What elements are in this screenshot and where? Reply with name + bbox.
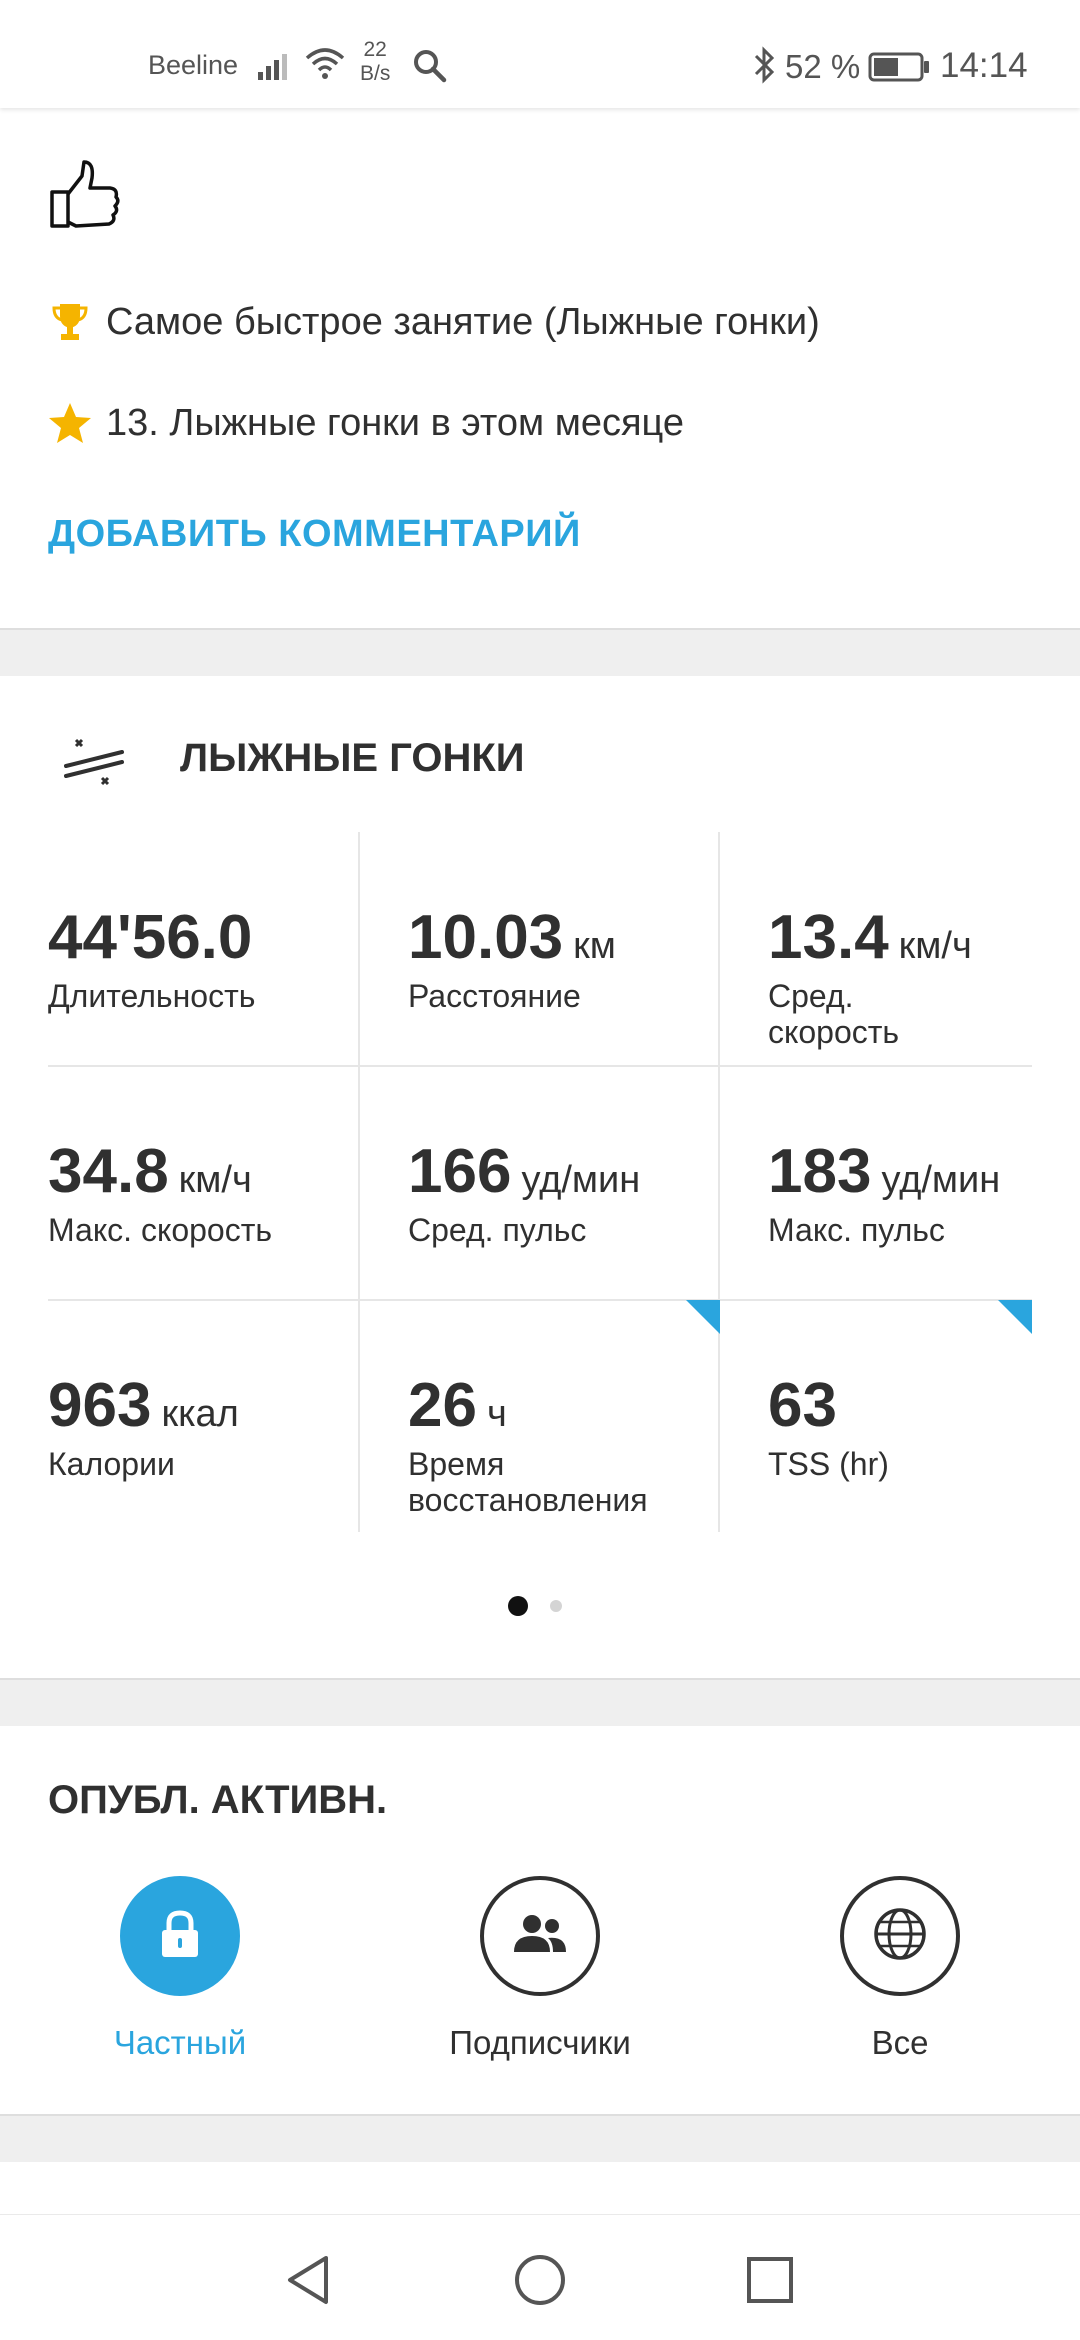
system-navigation-bar (0, 2214, 1080, 2340)
stat-number: 166 (408, 1137, 512, 1206)
page-dot[interactable] (550, 1600, 562, 1612)
stat-number: 963 (48, 1371, 152, 1440)
info-corner-marker (686, 1300, 720, 1334)
visibility-option-label: Все (871, 2024, 929, 2061)
stat-unit: ч (486, 1393, 507, 1435)
stat-number: 34.8 (48, 1137, 169, 1206)
visibility-public-option[interactable]: Все (750, 1876, 1050, 2062)
stat-unit: км/ч (898, 925, 972, 967)
network-speed-unit: B/s (360, 62, 391, 85)
cross-country-skiing-icon (62, 736, 126, 791)
stat-label: Время восстановления (408, 1446, 648, 1518)
network-speed-value: 22 (363, 38, 387, 61)
stat-number: 44'56.0 (48, 903, 253, 972)
lock-icon (158, 1909, 202, 1964)
stat-label: Калории (48, 1446, 175, 1482)
search-icon[interactable] (412, 48, 448, 89)
star-icon (48, 401, 92, 445)
like-icon[interactable] (48, 158, 122, 237)
stat-max-heart-rate[interactable]: 183 уд/мин Макс. пульс (768, 1066, 1080, 1300)
stat-value: 63 (768, 1370, 847, 1441)
sport-title: ЛЫЖНЫЕ ГОНКИ (180, 736, 525, 780)
visibility-public-button[interactable] (840, 1876, 960, 1996)
page-indicator[interactable] (508, 1596, 562, 1616)
section-divider (0, 628, 1080, 676)
stat-unit: уд/мин (881, 1159, 1001, 1201)
stat-label: Длительность (48, 978, 256, 1014)
clock: 14:14 (940, 46, 1028, 85)
stat-label: Сред. пульс (408, 1212, 587, 1248)
stat-max-speed[interactable]: 34.8 км/ч Макс. скорость (48, 1066, 408, 1300)
stat-duration[interactable]: 44'56.0 Длительность (48, 832, 408, 1066)
stat-value: 166 уд/мин (408, 1136, 640, 1207)
stat-label: Расстояние (408, 978, 581, 1014)
people-icon (510, 1912, 570, 1961)
visibility-followers-option[interactable]: Подписчики (390, 1876, 690, 2062)
stat-avg-speed[interactable]: 13.4 км/ч Сред. скорость (768, 832, 1080, 1066)
stat-number: 13.4 (768, 903, 889, 972)
stat-recovery-time[interactable]: 26 ч Время восстановления (408, 1300, 720, 1534)
stat-value: 183 уд/мин (768, 1136, 1000, 1207)
stat-value: 13.4 км/ч (768, 902, 972, 973)
section-divider (0, 1678, 1080, 1726)
stat-unit: ккал (161, 1393, 239, 1435)
stat-value: 34.8 км/ч (48, 1136, 252, 1207)
visibility-followers-button[interactable] (480, 1876, 600, 1996)
achievement-item: 13. Лыжные гонки в этом месяце (48, 401, 684, 445)
visibility-option-label: Частный (113, 2024, 247, 2061)
stats-grid: 44'56.0 Длительность 10.03 км Расстояние … (48, 832, 1032, 1532)
network-speed: 22 B/s (360, 38, 390, 86)
trophy-icon (48, 300, 92, 344)
stat-value: 10.03 км (408, 902, 616, 973)
stat-number: 183 (768, 1137, 872, 1206)
stat-value: 26 ч (408, 1370, 507, 1441)
wifi-icon (305, 46, 345, 85)
stat-number: 26 (408, 1371, 477, 1440)
visibility-private-button[interactable] (120, 1876, 240, 1996)
achievement-text: Самое быстрое занятие (Лыжные гонки) (106, 300, 820, 343)
summary-card: ЛЫЖНЫЕ ГОНКИ 44'56.0 Длительность 10.03 к… (0, 676, 1080, 1678)
signal-icon (258, 50, 294, 85)
status-bar: Beeline 22 B/s 52 % 14:14 (0, 0, 1080, 108)
add-comment-button[interactable]: ДОБАВИТЬ КОММЕНТАРИЙ (48, 513, 581, 556)
section-divider (0, 2114, 1080, 2162)
stat-unit: уд/мин (521, 1159, 641, 1201)
publish-title: ОПУБЛ. АКТИВН. (48, 1778, 388, 1822)
recent-apps-icon[interactable] (735, 2245, 805, 2315)
back-icon[interactable] (273, 2245, 343, 2315)
achievements-card: Самое быстрое занятие (Лыжные гонки) 13.… (0, 108, 1080, 628)
stat-value: 963 ккал (48, 1370, 239, 1441)
stat-label: Макс. скорость (48, 1212, 273, 1248)
achievement-text: 13. Лыжные гонки в этом месяце (106, 401, 684, 444)
visibility-option-label: Подписчики (449, 2024, 631, 2061)
bluetooth-icon (752, 46, 776, 89)
carrier-name: Beeline (148, 50, 239, 80)
stat-value: 44'56.0 (48, 902, 262, 973)
stat-tss[interactable]: 63 TSS (hr) (768, 1300, 1032, 1534)
stat-number: 63 (768, 1371, 837, 1440)
stat-unit: км/ч (178, 1159, 252, 1201)
stat-calories[interactable]: 963 ккал Калории (48, 1300, 408, 1534)
stat-label: Сред. скорость (768, 978, 900, 1050)
stat-unit: км (573, 925, 616, 967)
stat-label: Макс. пульс (768, 1212, 945, 1248)
achievement-item: Самое быстрое занятие (Лыжные гонки) (48, 300, 820, 344)
stat-number: 10.03 (408, 903, 564, 972)
stat-distance[interactable]: 10.03 км Расстояние (408, 832, 768, 1066)
stat-label: TSS (hr) (768, 1446, 889, 1482)
battery-icon (868, 52, 930, 87)
battery-percent: 52 % (785, 48, 861, 85)
globe-icon (872, 1906, 928, 1967)
info-corner-marker (998, 1300, 1032, 1334)
stat-avg-heart-rate[interactable]: 166 уд/мин Сред. пульс (408, 1066, 768, 1300)
page-dot-active[interactable] (508, 1596, 528, 1616)
home-icon[interactable] (505, 2245, 575, 2315)
visibility-private-option[interactable]: Частный (30, 1876, 330, 2062)
publish-card: ОПУБЛ. АКТИВН. Частный Подписчики Все (0, 1726, 1080, 2114)
